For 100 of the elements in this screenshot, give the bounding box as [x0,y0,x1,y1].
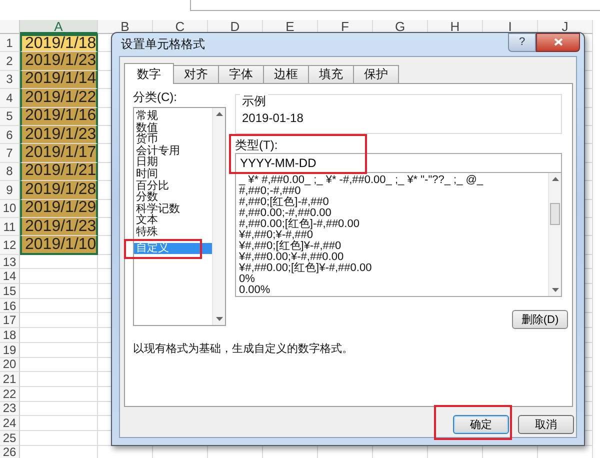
help-button[interactable]: ? [508,32,536,52]
list-item[interactable]: 时间 [134,168,212,181]
table-cell[interactable]: 2019/1/28 [20,181,98,200]
scroll-up-icon[interactable] [216,112,222,116]
row-header[interactable]: 24 [0,416,20,431]
list-item[interactable]: ¥#,##0.00;[红色]¥-#,##0.00 [239,263,548,274]
row-header[interactable]: 19 [0,342,20,358]
type-label: 类型(T): [235,138,279,152]
tab[interactable]: 边框 [263,65,309,83]
tab[interactable]: 对齐 [173,65,219,83]
row-header[interactable]: 7 [0,144,20,163]
table-cell[interactable]: 2019/1/22 [20,89,98,108]
column-header[interactable]: B [98,20,153,34]
formula-bar[interactable] [190,0,600,11]
tab[interactable]: 填充 [308,65,354,83]
cancel-button[interactable]: 取消 [518,415,574,434]
table-cell[interactable] [20,386,98,402]
table-cell[interactable]: 2019/1/23 [20,126,98,144]
row-header[interactable]: 22 [0,386,20,402]
list-item[interactable]: ¥#,##0.00;¥-#,##0.00 [239,252,548,263]
list-item[interactable]: #,##0;[红色]-#,##0 [239,197,548,208]
row-header[interactable]: 6 [0,126,20,144]
list-item[interactable]: 会计专用 [134,146,212,158]
scrollbar[interactable] [212,108,225,325]
row-header[interactable]: 9 [0,181,20,200]
table-cell[interactable] [20,328,98,343]
table-cell[interactable]: 2019/1/29 [20,200,98,218]
row-header[interactable]: 1 [0,34,20,52]
select-all-corner[interactable] [0,20,20,34]
row-header[interactable]: 12 [0,236,20,255]
row-header[interactable]: 25 [0,430,20,446]
row-header[interactable]: 11 [0,218,20,236]
row-header[interactable]: 10 [0,200,20,218]
row-header[interactable]: 15 [0,284,20,299]
scrollbar[interactable] [548,173,561,296]
list-item[interactable]: ¥#,##0;[红色]¥-#,##0 [239,241,548,252]
row-header[interactable]: 17 [0,313,20,328]
table-cell[interactable] [20,342,98,358]
table-cell[interactable]: 2019/1/21 [20,162,98,182]
tab[interactable]: 数字 [124,63,174,84]
row-header[interactable]: 8 [0,162,20,182]
scrollbar-thumb[interactable] [550,203,560,225]
row-header[interactable]: 13 [0,254,20,270]
sample-label: 示例 [240,93,268,110]
list-item[interactable]: 0% [239,274,548,285]
list-item[interactable]: 货币 [134,134,212,146]
table-cell[interactable]: 2019/1/14 [20,70,98,90]
list-item[interactable]: 0.00% [239,285,548,296]
ok-button[interactable]: 确定 [453,415,509,434]
row-header[interactable]: 20 [0,358,20,372]
list-item[interactable]: _ ¥* #,##0.00_ ;_ ¥* -#,##0.00_ ;_ ¥* "-"??_ ;_ @_ [239,175,548,186]
list-item[interactable]: 文本 [134,215,212,227]
table-cell[interactable]: 2019/1/23 [20,52,98,71]
table-cell[interactable] [20,402,98,416]
list-item[interactable]: 数值 [134,122,212,134]
table-cell[interactable]: 2019/1/17 [20,144,98,163]
list-item[interactable]: 特殊 [134,226,212,239]
row-header[interactable]: 23 [0,402,20,416]
close-button[interactable] [536,32,580,52]
column-header[interactable]: A [20,20,98,34]
tab[interactable]: 保护 [353,65,399,83]
table-cell[interactable] [20,430,98,446]
delete-button[interactable]: 删除(D) [512,310,568,329]
list-item[interactable]: #,##0.00;[红色]-#,##0.00 [239,219,548,230]
table-cell[interactable]: 2019/1/18 [20,34,98,52]
row-header[interactable]: 3 [0,70,20,90]
table-cell[interactable] [20,313,98,328]
scroll-down-icon[interactable] [552,288,558,292]
sample-value: 2019-01-18 [242,111,304,125]
row-header[interactable]: 2 [0,52,20,71]
table-cell[interactable]: 2019/1/23 [20,218,98,236]
row-header[interactable]: 26 [0,446,20,458]
row-header[interactable]: 21 [0,372,20,387]
row-header[interactable]: 14 [0,269,20,284]
table-cell[interactable] [20,298,98,314]
list-item[interactable]: #,##0;-#,##0 [239,186,548,197]
list-item[interactable]: #,##0.00;-#,##0.00 [239,208,548,219]
row-header[interactable]: 5 [0,108,20,126]
list-item[interactable]: 百分比 [134,180,212,192]
row-header[interactable]: 4 [0,89,20,108]
table-cell[interactable]: 2019/1/10 [20,236,98,255]
list-item[interactable]: 常规 [134,111,212,123]
category-label: 分类(C): [133,90,178,104]
list-item[interactable]: 科学记数 [134,204,212,216]
scroll-down-icon[interactable] [216,317,222,321]
scroll-up-icon[interactable] [552,177,558,181]
list-item[interactable]: 日期 [134,157,212,169]
table-cell[interactable] [20,254,98,270]
list-item[interactable]: ¥#,##0;¥-#,##0 [239,230,548,241]
table-cell[interactable] [20,269,98,284]
table-cell[interactable] [20,284,98,299]
table-cell[interactable] [20,372,98,387]
list-item[interactable]: 分数 [134,192,212,204]
row-header[interactable]: 18 [0,328,20,343]
table-cell[interactable]: 2019/1/16 [20,108,98,126]
table-cell[interactable] [20,358,98,372]
type-input[interactable]: YYYY-MM-DD [235,153,562,173]
table-cell[interactable] [20,416,98,431]
tab[interactable]: 字体 [218,65,264,83]
row-header[interactable]: 16 [0,298,20,314]
